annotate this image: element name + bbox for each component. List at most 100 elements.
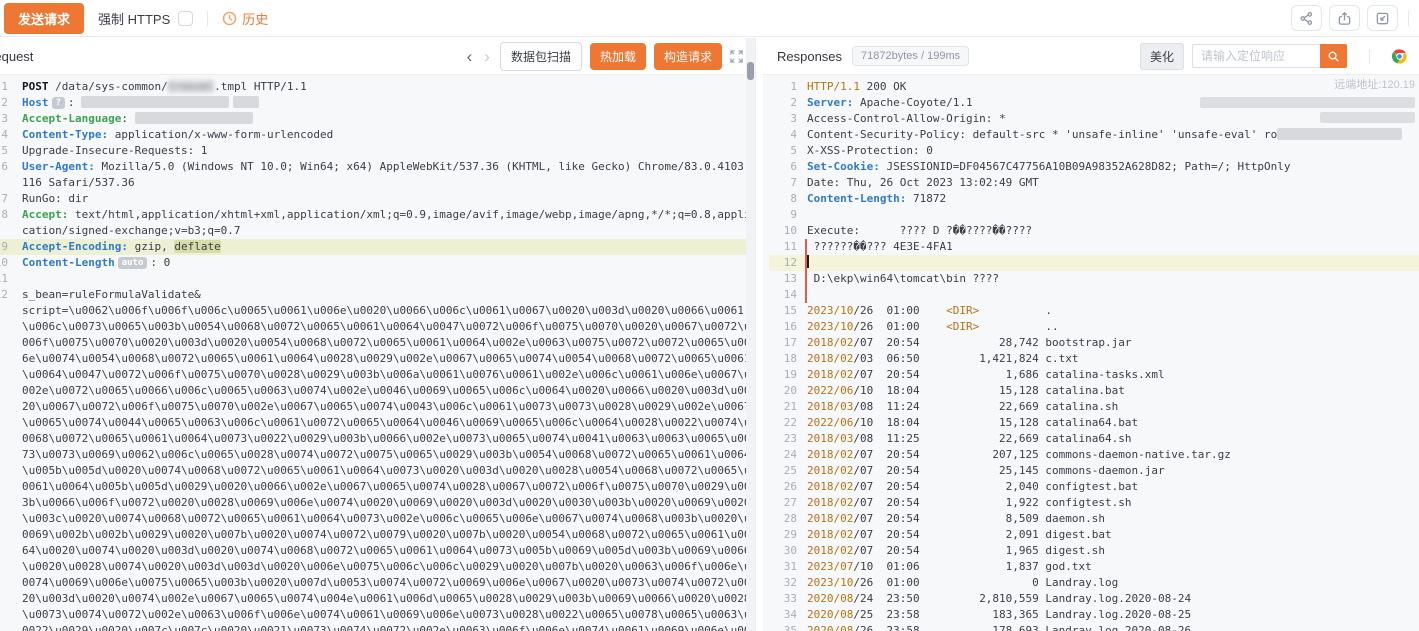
- import-button[interactable]: [1367, 5, 1398, 31]
- line-number: 5: [0, 143, 8, 159]
- line-content: ??????��??? 4E3E-4FA1: [805, 239, 1419, 255]
- hot-reload-button[interactable]: 热加载: [590, 43, 646, 70]
- code-token: script=: [22, 304, 68, 317]
- code-line: 6 Set-Cookie: JSESSIONID=DF04567C47756A10…: [769, 159, 1419, 175]
- code-line: 9Accept-Encoding: gzip, deflate: [0, 239, 755, 255]
- code-token: 2018/02: [807, 352, 853, 365]
- beautify-button[interactable]: 美化: [1140, 43, 1184, 70]
- search-input[interactable]: [1192, 44, 1320, 68]
- line-number: 21: [769, 399, 797, 415]
- line-number: 11: [769, 239, 797, 255]
- code-line: 8Accept: text/html,application/xhtml+xml…: [0, 207, 755, 239]
- line-number: 17: [769, 335, 797, 351]
- code-token: /10 18:04 15,128 catalina.bat: [853, 384, 1125, 397]
- search-button[interactable]: [1320, 44, 1347, 68]
- code-token: 2022/06: [807, 416, 853, 429]
- code-token: Execute: ???? D ?��????��????: [807, 224, 1032, 237]
- code-token: POST: [22, 80, 49, 93]
- line-content: [805, 255, 1419, 271]
- line-content: 2022/06/10 18:04 15,128 catalina64.bat: [807, 415, 1419, 431]
- code-token: 2018/02: [807, 512, 853, 525]
- code-token: Set-Cookie:: [807, 160, 880, 173]
- line-content: 2018/02/07 20:54 2,091 digest.bat: [807, 527, 1419, 543]
- line-number: 8: [769, 191, 797, 207]
- force-https-checkbox[interactable]: [178, 11, 193, 26]
- send-request-button[interactable]: 发送请求: [4, 3, 84, 34]
- line-number: 32: [769, 575, 797, 591]
- line-number: 9: [0, 239, 8, 255]
- line-number: 25: [769, 463, 797, 479]
- code-token: .tmpl HTTP/1.1: [214, 80, 307, 93]
- request-scrollbar-thumb[interactable]: [747, 62, 754, 80]
- line-number: 35: [769, 623, 797, 631]
- response-meta-badge: 71872bytes / 199ms: [852, 46, 969, 66]
- redacted-text: [233, 96, 259, 108]
- code-token: Host: [22, 96, 49, 109]
- toolbar-divider: [207, 11, 208, 26]
- code-token: Accept-Language: [22, 112, 121, 125]
- line-number: 16: [769, 319, 797, 335]
- line-number: 3: [769, 111, 797, 127]
- code-token: Date: Thu, 26 Oct 2023 13:02:49 GMT: [807, 176, 1039, 189]
- request-panel-header: Request ‹ › 数据包扫描 热加载 构造请求: [0, 38, 755, 75]
- code-token: Mozilla/5.0 (Windows NT 10.0; Win64; x64…: [22, 160, 751, 189]
- line-number: 5: [769, 143, 797, 159]
- line-number: 23: [769, 431, 797, 447]
- line-number: 7: [769, 175, 797, 191]
- text-cursor: [807, 255, 809, 268]
- line-number: 12: [0, 287, 8, 631]
- code-token: /07 20:54 1,922 configtest.sh: [853, 496, 1131, 509]
- code-token: Apache-Coyote/1.1: [853, 96, 972, 109]
- code-line: 11: [0, 271, 755, 287]
- expand-icon[interactable]: [730, 50, 743, 63]
- line-content: Host?:: [22, 95, 755, 111]
- request-header-controls: ‹ › 数据包扫描 热加载 构造请求: [465, 38, 743, 74]
- line-number: 15: [769, 303, 797, 319]
- response-viewer[interactable]: 远端地址:120.19 1HTTP/1.1 200 OK2Server: Apa…: [763, 75, 1419, 631]
- redacted-text: [135, 112, 253, 124]
- prev-request-button[interactable]: ‹: [465, 48, 475, 65]
- line-content: Content-Length: 71872: [807, 191, 1419, 207]
- line-content: Set-Cookie: JSESSIONID=DF04567C47756A10B…: [807, 159, 1419, 175]
- line-number: 7: [0, 191, 8, 207]
- build-request-button[interactable]: 构造请求: [654, 43, 722, 70]
- code-line: 13 D:\ekp\win64\tomcat\bin ????: [769, 271, 1419, 287]
- request-scrollbar-track: [746, 38, 755, 631]
- code-token: /07 20:54 25,145 commons-daemon.jar: [853, 464, 1164, 477]
- code-line: 242018/02/07 20:54 207,125 commons-daemo…: [769, 447, 1419, 463]
- code-token: auto: [118, 257, 148, 269]
- code-token: gzip,: [128, 240, 174, 253]
- code-line: 152023/10/26 01:00 <DIR> .: [769, 303, 1419, 319]
- line-number: 10: [0, 255, 8, 271]
- chrome-icon[interactable]: [1392, 49, 1407, 64]
- next-request-button[interactable]: ›: [482, 48, 492, 65]
- code-token: ??????��??? 4E3E-4FA1: [807, 240, 953, 253]
- code-line: 3Accept-Language:: [0, 111, 755, 127]
- redacted-block: [1200, 97, 1415, 108]
- line-number: 6: [769, 159, 797, 175]
- code-token: /08 11:25 22,669 catalina64.sh: [853, 432, 1131, 445]
- redacted-text: [81, 96, 229, 108]
- line-content: Content-Security-Policy: default-src * '…: [807, 127, 1419, 143]
- export-button[interactable]: [1329, 5, 1360, 31]
- code-line: 7RunGo: dir: [0, 191, 755, 207]
- code-token: s_bean=ruleFormulaValidate&: [22, 288, 201, 301]
- request-editor[interactable]: 1POST /data/sys-common/treexml.tmpl HTTP…: [0, 75, 755, 631]
- history-button[interactable]: 历史: [222, 9, 268, 28]
- response-header-controls: 美化: [1140, 38, 1407, 74]
- code-token: 2018/02: [807, 544, 853, 557]
- line-content: 2018/02/07 20:54 1,922 configtest.sh: [807, 495, 1419, 511]
- code-line: 302018/02/07 20:54 1,965 digest.sh: [769, 543, 1419, 559]
- line-number: 3: [0, 111, 8, 127]
- code-token: 2023/10: [807, 576, 853, 589]
- packet-scan-button[interactable]: 数据包扫描: [500, 42, 582, 71]
- share-button[interactable]: [1291, 5, 1322, 31]
- code-token: /data/sys-common/: [49, 80, 168, 93]
- code-line: 312023/07/10 01:06 1,837 god.txt: [769, 559, 1419, 575]
- line-content: 2018/02/07 20:54 1,686 catalina-tasks.xm…: [807, 367, 1419, 383]
- code-line: 4Content-Type: application/x-www-form-ur…: [0, 127, 755, 143]
- code-line: 4Content-Security-Policy: default-src * …: [769, 127, 1419, 143]
- line-content: 2018/02/07 20:54 28,742 bootstrap.jar: [807, 335, 1419, 351]
- history-text: 历史: [242, 9, 268, 28]
- line-content: Content-Lengthauto: 0: [22, 255, 755, 271]
